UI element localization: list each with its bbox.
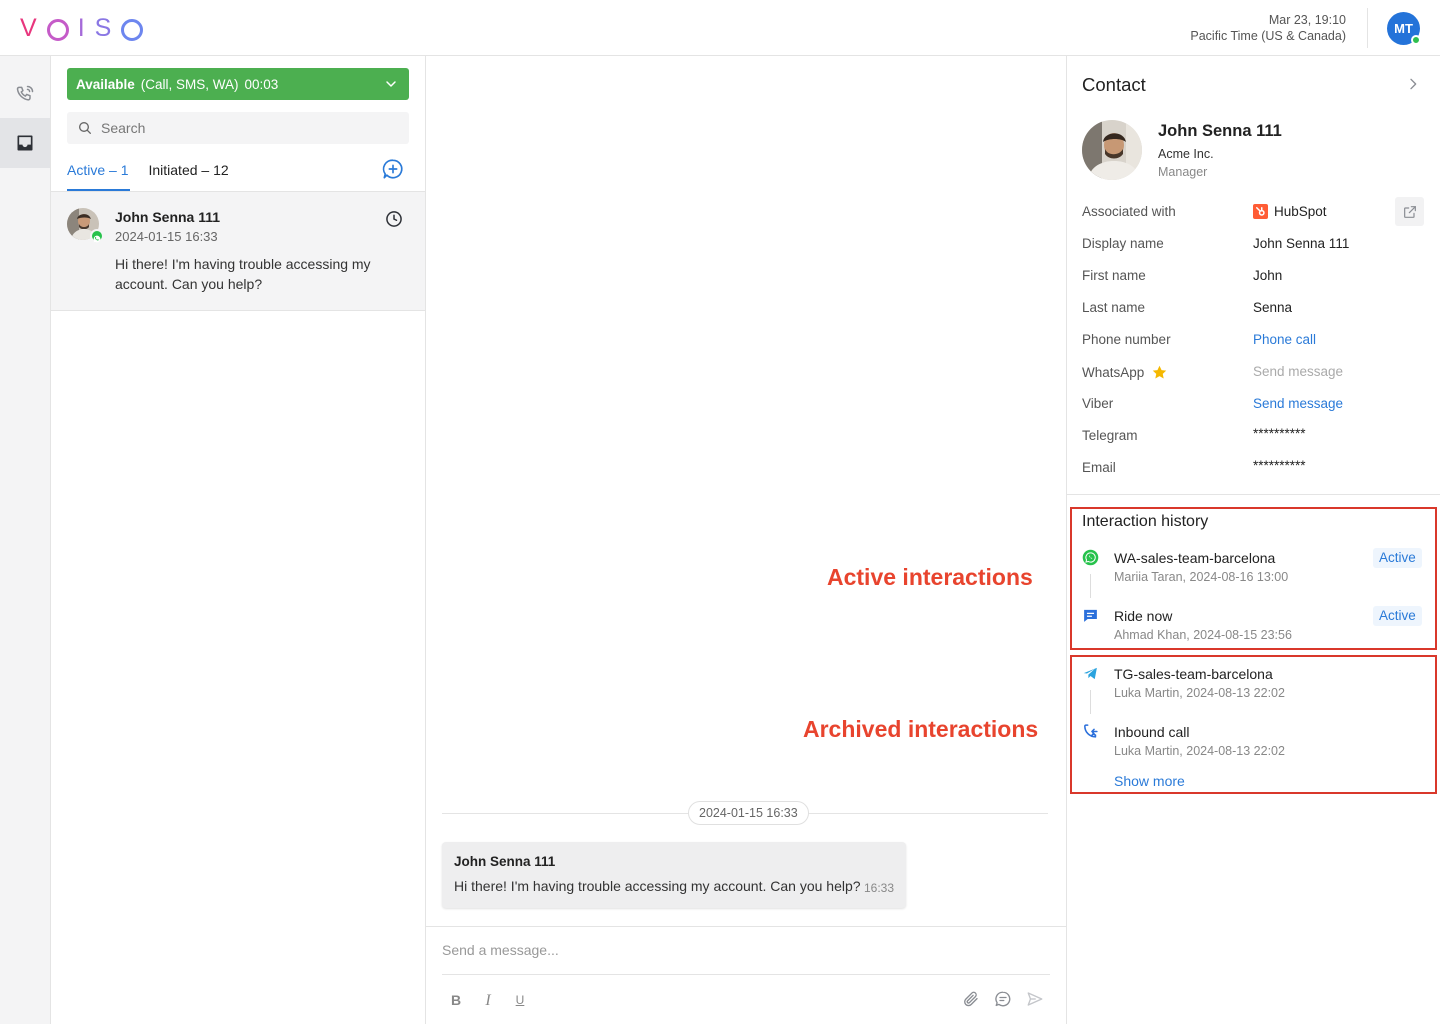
- message-template-icon: [995, 991, 1011, 1007]
- conversation-preview: Hi there! I'm having trouble accessing m…: [115, 256, 371, 292]
- field-label-viber: Viber: [1082, 396, 1114, 411]
- message-time: 16:33: [863, 881, 894, 895]
- tab-initiated[interactable]: Initiated – 12: [148, 159, 228, 191]
- field-label-email: Email: [1082, 460, 1116, 475]
- annotation-active-interactions: Active interactions: [827, 564, 1033, 590]
- inbox-icon: [17, 135, 33, 151]
- conversation-list-panel: Available (Call, SMS, WA) 00:03 Search A…: [51, 56, 426, 1024]
- field-value-display-name: John Senna 111: [1253, 236, 1350, 251]
- calls-nav-button[interactable]: [0, 69, 50, 119]
- open-in-crm-button[interactable]: [1395, 197, 1424, 226]
- contact-photo: [1082, 120, 1142, 180]
- timezone: Pacific Time (US & Canada): [1190, 29, 1346, 43]
- contact-role: Manager: [1158, 165, 1208, 179]
- star-icon: [1153, 365, 1167, 379]
- divider: [442, 974, 1050, 975]
- field-value-email: **********: [1253, 458, 1306, 473]
- voiso-logo[interactable]: V I S: [20, 14, 144, 43]
- attach-button[interactable]: [962, 990, 980, 1011]
- conversation-timestamp: 2024-01-15 16:33: [115, 229, 218, 244]
- field-value-last-name: Senna: [1253, 300, 1293, 315]
- clock-icon: [386, 211, 402, 227]
- message-bubble: John Senna 111 Hi there! I'm having trou…: [442, 842, 906, 908]
- field-label-display-name: Display name: [1082, 236, 1164, 251]
- whatsapp-send-message-link[interactable]: Send message: [1253, 364, 1343, 379]
- hubspot-icon: [1253, 204, 1268, 219]
- field-value-first-name: John: [1253, 268, 1283, 283]
- date-separator: 2024-01-15 16:33: [442, 801, 1048, 825]
- new-conversation-button[interactable]: [382, 158, 404, 183]
- conversation-tabs: Active – 1 Initiated – 12: [67, 159, 229, 191]
- add-chat-icon: [382, 159, 403, 179]
- field-label-phone: Phone number: [1082, 332, 1171, 347]
- status-channels: (Call, SMS, WA): [140, 76, 239, 92]
- user-avatar[interactable]: MT: [1387, 12, 1421, 45]
- divider: [426, 926, 1066, 927]
- inbox-nav-button[interactable]: [0, 118, 50, 168]
- agent-status-dropdown[interactable]: Available (Call, SMS, WA) 00:03: [67, 68, 409, 100]
- logo-o-ring: [46, 19, 69, 41]
- field-label-whatsapp: WhatsApp: [1082, 364, 1168, 381]
- templates-button[interactable]: [994, 990, 1012, 1011]
- snooze-button[interactable]: [384, 209, 404, 232]
- italic-button[interactable]: I: [480, 992, 496, 1010]
- online-status-dot: [1411, 35, 1421, 45]
- archived-interactions-highlight: [1070, 655, 1437, 794]
- chat-panel: 2024-01-15 16:33 John Senna 111 Hi there…: [426, 56, 1066, 1024]
- field-value-telegram: **********: [1253, 426, 1306, 441]
- nav-rail: [0, 56, 51, 1024]
- send-icon: [1027, 992, 1043, 1006]
- search-input[interactable]: Search: [67, 112, 409, 144]
- viber-send-message-link[interactable]: Send message: [1253, 396, 1343, 411]
- status-state: Available: [76, 76, 135, 92]
- bold-button[interactable]: B: [448, 992, 464, 1008]
- field-label-last-name: Last name: [1082, 300, 1146, 315]
- field-label-first-name: First name: [1082, 268, 1146, 283]
- tab-active[interactable]: Active – 1: [67, 159, 131, 191]
- active-interactions-highlight: [1070, 507, 1437, 650]
- status-timer: 00:03: [244, 76, 279, 92]
- underline-button[interactable]: U: [512, 993, 528, 1007]
- chevron-down-icon: [386, 81, 396, 87]
- contact-name: John Senna 111: [1158, 122, 1282, 140]
- divider: [1367, 8, 1368, 48]
- field-label-associated: Associated with: [1082, 204, 1176, 219]
- message-sender: John Senna 111: [454, 854, 556, 869]
- panel-title: Contact: [1082, 74, 1146, 95]
- collapse-panel-button[interactable]: [1405, 75, 1421, 96]
- contact-company: Acme Inc.: [1158, 147, 1214, 161]
- search-placeholder: Search: [101, 120, 146, 136]
- conversation-contact-name: John Senna 111: [115, 209, 221, 225]
- annotation-archived-interactions: Archived interactions: [803, 716, 1039, 742]
- chevron-right-icon: [1410, 78, 1417, 90]
- date-pill: 2024-01-15 16:33: [688, 801, 809, 825]
- phone-icon: [16, 85, 34, 101]
- clock-display: Mar 23, 19:10 Pacific Time (US & Canada): [1190, 12, 1346, 44]
- paperclip-icon: [964, 991, 978, 1007]
- logo-o-ring: [121, 19, 144, 41]
- contact-avatar: [67, 208, 104, 243]
- top-bar: V I S Mar 23, 19:10 Pacific Time (US & C…: [0, 0, 1440, 56]
- message-input[interactable]: Send a message...: [442, 942, 559, 958]
- send-button[interactable]: [1026, 990, 1044, 1011]
- whatsapp-icon: [90, 229, 104, 243]
- message-text: Hi there! I'm having trouble accessing m…: [454, 878, 861, 894]
- phone-call-link[interactable]: Phone call: [1253, 332, 1316, 347]
- current-date: Mar 23, 19:10: [1268, 13, 1346, 27]
- divider: [1067, 494, 1440, 495]
- field-label-telegram: Telegram: [1082, 428, 1138, 443]
- conversation-item[interactable]: John Senna 111 2024-01-15 16:33 Hi there…: [51, 192, 425, 311]
- search-icon: [79, 122, 91, 134]
- external-link-icon: [1403, 205, 1416, 218]
- associated-crm[interactable]: HubSpot: [1253, 204, 1327, 219]
